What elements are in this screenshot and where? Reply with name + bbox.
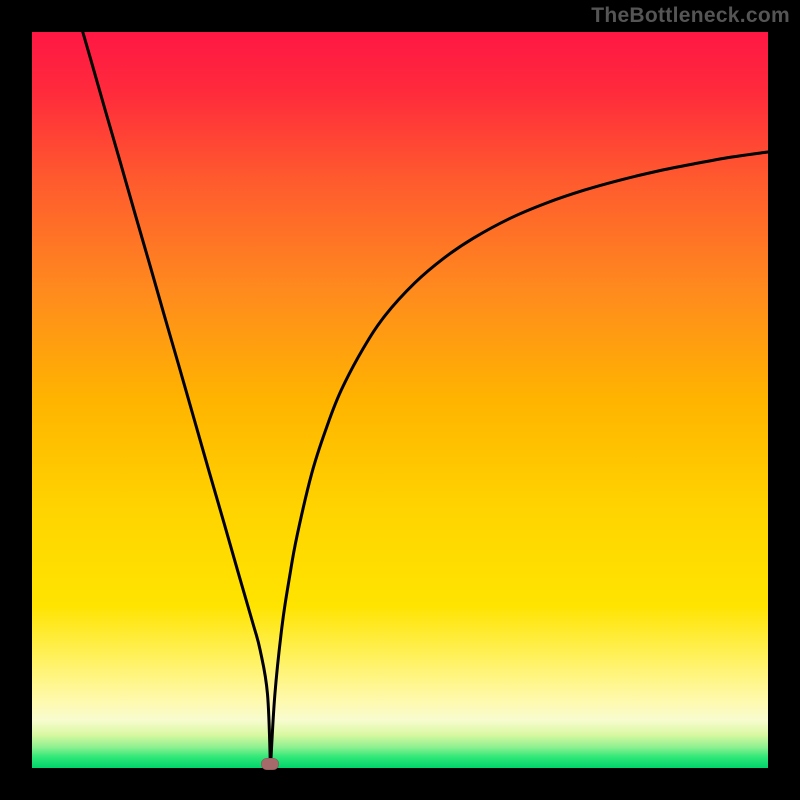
plot-area: [32, 32, 768, 768]
chart-frame: TheBottleneck.com: [0, 0, 800, 800]
bottleneck-curve-chart: [32, 32, 768, 768]
optimum-marker: [261, 758, 279, 770]
watermark-text: TheBottleneck.com: [591, 4, 790, 28]
gradient-background: [32, 32, 768, 768]
